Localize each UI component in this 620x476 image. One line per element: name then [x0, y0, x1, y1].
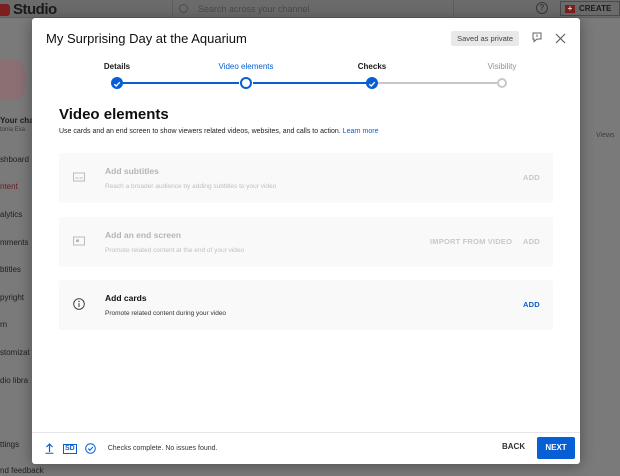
add-subtitles-button: ADD: [523, 173, 540, 182]
studio-sidebar: [0, 18, 34, 476]
add-subtitles-card: Add subtitles Reach a broader audience b…: [59, 153, 553, 203]
studio-topbar: Studio Search across your channel ? + CR…: [0, 0, 620, 18]
info-icon: [73, 298, 85, 310]
step-label: Details: [103, 62, 131, 71]
search-placeholder: Search across your channel: [198, 3, 310, 14]
studio-logo[interactable]: Studio: [0, 1, 57, 18]
card-description: Reach a broader audience by adding subti…: [105, 183, 277, 190]
sidebar-item-content[interactable]: ntent: [0, 182, 18, 191]
sidebar-item-comments[interactable]: mments: [0, 238, 28, 247]
step-checks[interactable]: Checks: [332, 62, 412, 89]
sidebar-item-dashboard[interactable]: shboard: [0, 155, 29, 164]
sidebar-item-settings[interactable]: ttings: [0, 440, 19, 449]
step-details[interactable]: Details: [77, 62, 157, 89]
studio-logo-text: Studio: [13, 1, 57, 18]
channel-title: Your cha: [0, 116, 34, 125]
add-cards-card: Add cards Promote related content during…: [59, 280, 553, 330]
step-label: Visibility: [487, 62, 517, 71]
card-title: Add an end screen: [105, 230, 182, 240]
card-title: Add cards: [105, 293, 147, 303]
channel-search[interactable]: Search across your channel: [172, 0, 454, 17]
channel-avatar[interactable]: [0, 60, 26, 100]
sidebar-item-send-feedback[interactable]: nd feedback: [0, 466, 44, 475]
create-button-label: CREATE: [579, 4, 612, 13]
upload-dialog: My Surprising Day at the Aquarium Saved …: [32, 18, 580, 464]
stepper-line-2: [253, 82, 373, 84]
subtitles-icon: [73, 172, 85, 182]
add-cards-button[interactable]: ADD: [523, 300, 540, 309]
sidebar-item-analytics[interactable]: alytics: [0, 210, 22, 219]
checks-status-text: Checks complete. No issues found.: [107, 445, 218, 452]
youtube-logo-icon: [0, 3, 10, 16]
create-button[interactable]: + CREATE: [560, 1, 620, 16]
create-video-icon: +: [565, 4, 575, 13]
sd-quality-badge[interactable]: SD: [63, 443, 77, 454]
check-icon: [366, 77, 378, 89]
next-button[interactable]: NEXT: [537, 437, 575, 459]
sidebar-item-copyright[interactable]: pyright: [0, 293, 24, 302]
channel-subtitle: tonia Exa: [0, 127, 26, 133]
views-column-header: Views: [596, 132, 615, 139]
stepper-line-1: [123, 82, 239, 84]
dialog-footer: SD Checks complete. No issues found. BAC…: [32, 432, 580, 464]
checks-complete-icon[interactable]: [84, 443, 96, 454]
sidebar-item-customization[interactable]: stomizat: [0, 348, 30, 357]
end-screen-icon: [73, 236, 85, 246]
step-label: Video elements: [218, 62, 274, 71]
dialog-title: My Surprising Day at the Aquarium: [46, 30, 247, 46]
section-description: Use cards and an end screen to show view…: [59, 128, 378, 135]
current-step-icon: [240, 77, 252, 89]
feedback-flag-icon[interactable]: [531, 32, 543, 44]
help-icon[interactable]: ?: [536, 2, 548, 14]
learn-more-link[interactable]: Learn more: [343, 128, 379, 135]
import-from-video-button: IMPORT FROM VIDEO: [430, 237, 513, 246]
step-video-elements[interactable]: Video elements: [206, 62, 286, 89]
section-description-text: Use cards and an end screen to show view…: [59, 128, 341, 135]
saved-status-badge: Saved as private: [451, 30, 519, 46]
close-icon[interactable]: [555, 33, 566, 44]
search-icon: [179, 4, 188, 13]
check-icon: [111, 77, 123, 89]
sidebar-item-earn[interactable]: rn: [0, 320, 7, 329]
back-button[interactable]: BACK: [502, 442, 525, 451]
sidebar-item-audio-library[interactable]: dio libra: [0, 376, 28, 385]
step-visibility[interactable]: Visibility: [462, 62, 542, 88]
card-description: Promote related content during your vide…: [105, 310, 227, 317]
card-description: Promote related content at the end of yo…: [105, 247, 245, 254]
card-title: Add subtitles: [105, 166, 159, 176]
sidebar-item-subtitles[interactable]: btitles: [0, 265, 21, 274]
add-end-screen-card: Add an end screen Promote related conten…: [59, 217, 553, 267]
stepper-line-3: [377, 82, 501, 84]
upload-stepper: Details Video elements Checks Visibility: [32, 62, 580, 92]
section-title: Video elements: [59, 106, 169, 123]
step-label: Checks: [357, 62, 387, 71]
dialog-header: My Surprising Day at the Aquarium Saved …: [32, 18, 580, 58]
add-end-screen-button: ADD: [523, 237, 540, 246]
pending-step-icon: [497, 78, 507, 88]
upload-icon[interactable]: [44, 443, 55, 454]
